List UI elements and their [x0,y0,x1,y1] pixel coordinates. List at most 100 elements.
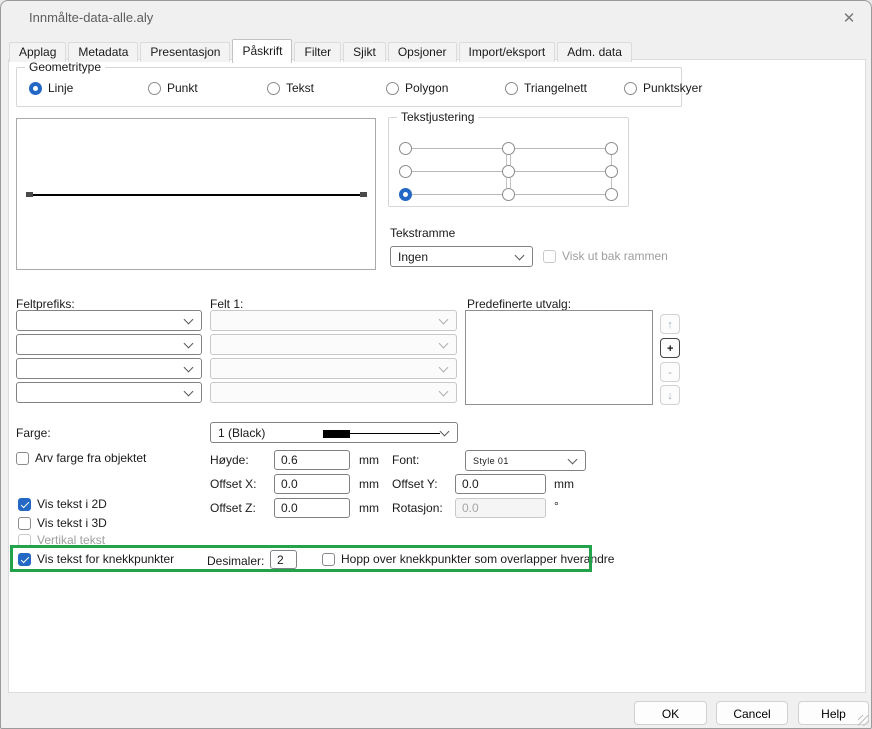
arv-farge-label: Arv farge fra objektet [35,451,146,465]
move-down-button[interactable]: ↓ [660,385,680,405]
visk-ut-checkbox[interactable]: Visk ut bak rammen [543,249,668,263]
font-label: Font: [392,453,419,467]
radio-polygon-label: Polygon [405,81,448,95]
vis-tekst-2d-checkbox[interactable]: Vis tekst i 2D [18,497,107,511]
dialog-paskrift: Innmålte-data-alle.aly ✕ Applag Metadata… [0,0,872,729]
felt1-combo-1[interactable] [210,310,457,331]
chevron-down-icon [184,315,194,325]
radio-linje[interactable]: Linje [29,81,73,95]
farge-label: Farge: [16,426,51,440]
tab-import-eksport[interactable]: Import/eksport [459,42,556,62]
radio-tekst[interactable]: Tekst [267,81,314,95]
tab-adm-data[interactable]: Adm. data [557,42,632,62]
align-middle-left-radio[interactable] [399,165,412,178]
felt1-combo-3[interactable] [210,358,457,379]
close-icon[interactable]: ✕ [839,9,859,29]
hopp-over-checkbox[interactable]: Hopp over knekkpunkter som overlapper hv… [322,552,614,566]
hoyde-input[interactable] [274,450,350,470]
alignment-connector [506,178,507,188]
tekstramme-combo[interactable]: Ingen [390,246,533,267]
tab-opsjoner[interactable]: Opsjoner [388,42,457,62]
font-combo[interactable]: Style 01 [465,450,586,471]
rotasjon-unit: ° [554,499,559,513]
cancel-button[interactable]: Cancel [716,701,788,725]
feltprefiks-label: Feltprefiks: [16,297,75,311]
tekstramme-value: Ingen [398,250,428,264]
offset-z-input[interactable] [274,498,350,518]
vis-tekst-3d-checkbox-box [18,517,31,530]
hoyde-unit: mm [359,453,379,467]
farge-combo[interactable]: 1 (Black) [210,422,458,443]
offset-y-label: Offset Y: [392,477,438,491]
radio-polygon[interactable]: Polygon [386,81,448,95]
tab-paskrift[interactable]: Påskrift [232,39,292,63]
geometry-group-label: Geometritype [25,60,105,74]
preview-line-end-mark [360,192,367,197]
tab-presentasjon[interactable]: Presentasjon [140,42,230,62]
vertikal-tekst-checkbox[interactable]: Vertikal tekst [18,533,105,547]
add-button[interactable]: + [660,338,680,358]
radio-triangelnett[interactable]: Triangelnett [505,81,587,95]
radio-punkt-icon [148,82,161,95]
vis-tekst-3d-checkbox[interactable]: Vis tekst i 3D [18,516,107,530]
preview-line [28,194,364,196]
felt1-combo-2[interactable] [210,334,457,355]
farge-value: 1 (Black) [218,426,265,440]
resize-grip[interactable] [858,715,869,726]
align-middle-right-radio[interactable] [605,165,618,178]
ok-button[interactable]: OK [634,701,707,725]
vis-knekkpunkter-label: Vis tekst for knekkpunkter [37,552,174,566]
predefinerte-listbox[interactable] [465,310,653,405]
chevron-down-icon [439,363,449,373]
feltprefiks-combo-3[interactable] [16,358,202,379]
hopp-over-label: Hopp over knekkpunkter som overlapper hv… [341,552,614,566]
felt1-combo-4[interactable] [210,382,457,403]
chevron-down-icon [440,427,450,437]
rotasjon-input[interactable] [455,498,546,518]
preview-line-start-mark [26,192,33,197]
move-up-button[interactable]: ↑ [660,314,680,334]
vis-knekkpunkter-checkbox-box [18,553,31,566]
align-bottom-center-radio[interactable] [502,188,515,201]
desimaler-input[interactable] [270,550,297,569]
feltprefiks-combo-1[interactable] [16,310,202,331]
feltprefiks-combo-4[interactable] [16,382,202,403]
radio-tekst-icon [267,82,280,95]
chevron-down-icon [439,387,449,397]
arv-farge-checkbox-box [16,452,29,465]
tab-applag[interactable]: Applag [9,42,66,62]
radio-linje-label: Linje [48,81,73,95]
alignment-group-label: Tekstjustering [397,110,478,124]
offset-y-input[interactable] [455,474,546,494]
alignment-connector [611,155,612,165]
vis-knekkpunkter-checkbox[interactable]: Vis tekst for knekkpunkter [18,552,174,566]
radio-punktskyer[interactable]: Punktskyer [624,81,702,95]
chevron-down-icon [439,339,449,349]
align-top-center-radio[interactable] [502,142,515,155]
remove-button[interactable]: - [660,362,680,382]
feltprefiks-combo-2[interactable] [16,334,202,355]
alignment-connector [510,178,511,188]
chevron-down-icon [184,339,194,349]
align-top-left-radio[interactable] [399,142,412,155]
tab-strip: Applag Metadata Presentasjon Påskrift Fi… [9,39,634,62]
alignment-connector [611,178,612,188]
tekstramme-label: Tekstramme [390,226,455,240]
tab-filter[interactable]: Filter [294,42,341,62]
titlebar: Innmålte-data-alle.aly ✕ [1,1,871,38]
align-top-right-radio[interactable] [605,142,618,155]
tab-metadata[interactable]: Metadata [68,42,138,62]
align-bottom-right-radio[interactable] [605,188,618,201]
align-middle-center-radio[interactable] [502,165,515,178]
offset-x-input[interactable] [274,474,350,494]
arv-farge-checkbox[interactable]: Arv farge fra objektet [16,451,146,465]
predefinerte-label: Predefinerte utvalg: [467,297,571,311]
offset-z-label: Offset Z: [210,501,256,515]
felt1-label: Felt 1: [210,297,243,311]
radio-punkt[interactable]: Punkt [148,81,198,95]
tab-page-paskrift: Geometritype Linje Punkt Tekst Polygon T… [8,59,866,693]
tab-sjikt[interactable]: Sjikt [343,42,386,62]
radio-linje-icon [29,82,42,95]
align-bottom-left-radio[interactable] [399,188,412,201]
text-preview-canvas [16,118,376,270]
